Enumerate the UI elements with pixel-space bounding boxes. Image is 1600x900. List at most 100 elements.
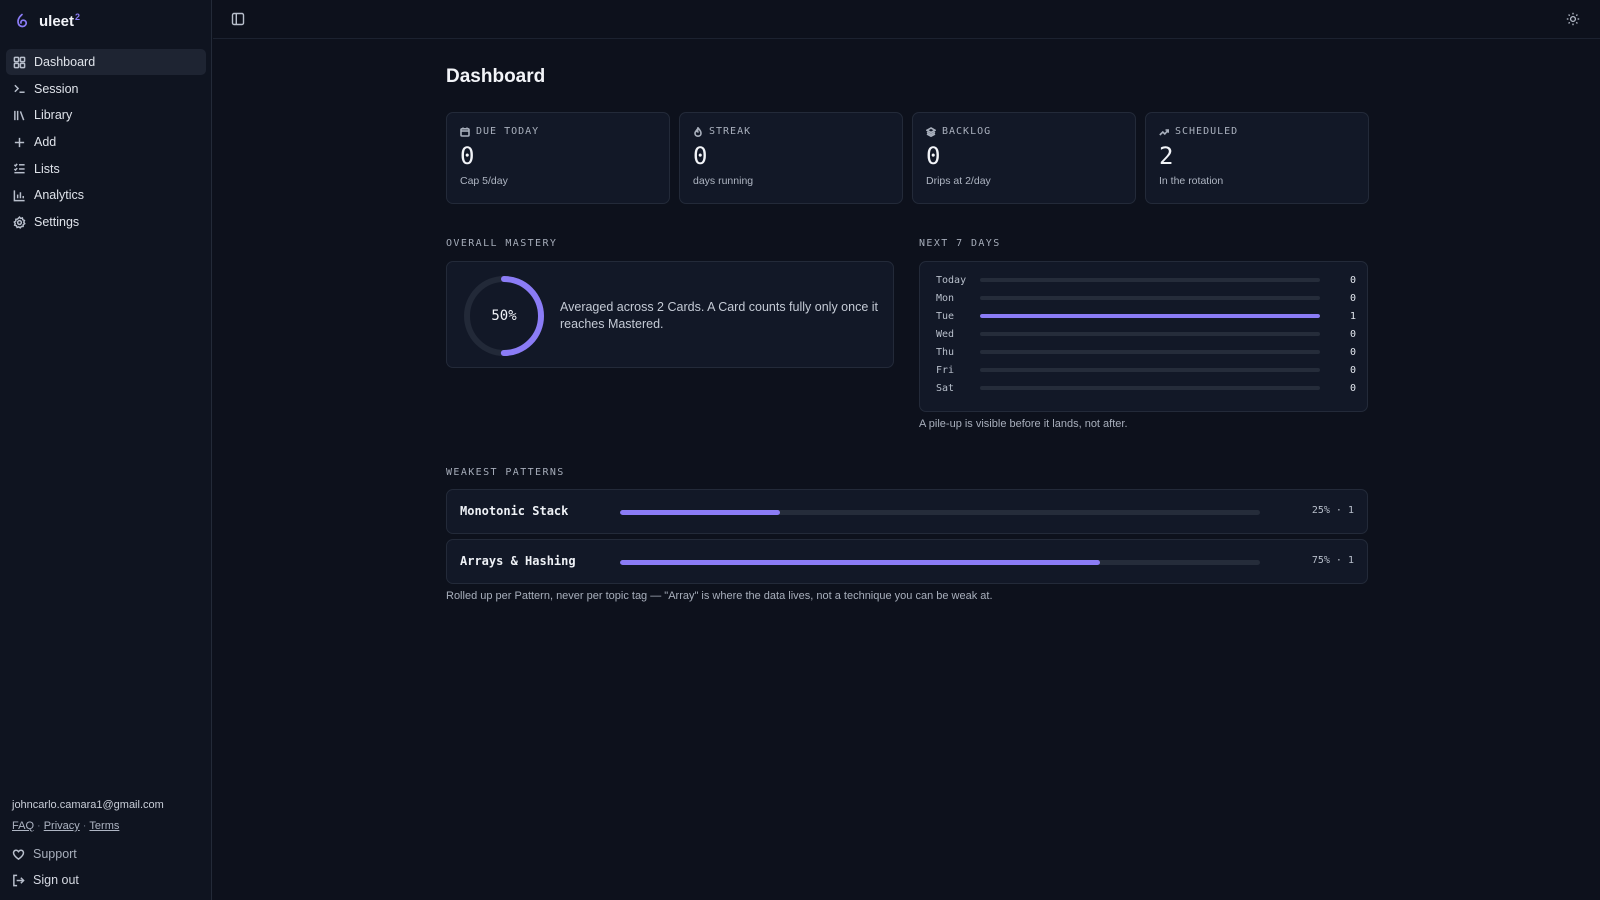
- day-row: Sat 0: [936, 379, 1356, 397]
- brand-superscript: 2: [75, 12, 81, 22]
- pattern-stat: 75% · 1: [1311, 555, 1354, 566]
- day-name: Fri: [936, 364, 955, 376]
- next7-section-label: NEXT 7 DAYS: [919, 238, 1001, 249]
- pattern-row-arrays-hashing[interactable]: Arrays & Hashing 75% · 1: [446, 539, 1368, 584]
- day-row: Thu 0: [936, 343, 1356, 361]
- calendar-icon: [460, 127, 470, 137]
- nav-item-analytics[interactable]: Analytics: [6, 182, 206, 208]
- nav-item-dashboard[interactable]: Dashboard: [6, 49, 206, 75]
- day-name: Mon: [936, 292, 955, 304]
- page-title: Dashboard: [446, 66, 546, 87]
- privacy-link[interactable]: Privacy: [44, 820, 80, 832]
- stat-card-due-today: DUE TODAY 0 Cap 5/day: [446, 112, 670, 204]
- next7-card: Today 0 Mon 0 Tue 1 Wed 0 Thu 0 Fri 0 Sa…: [919, 261, 1368, 412]
- pattern-fill: [620, 510, 780, 515]
- sun-icon[interactable]: [1566, 12, 1580, 26]
- stat-card-backlog: BACKLOG 0 Drips at 2/day: [912, 112, 1136, 204]
- stat-label: BACKLOG: [926, 126, 1122, 137]
- mastery-description: Averaged across 2 Cards. A Card counts f…: [560, 300, 878, 331]
- main-content: Dashboard DUE TODAY 0 Cap 5/day STREAK 0…: [446, 66, 1369, 602]
- day-name: Thu: [936, 346, 955, 358]
- day-track: [980, 278, 1320, 282]
- day-row: Fri 0: [936, 361, 1356, 379]
- day-name: Tue: [936, 310, 955, 322]
- pattern-fill: [620, 560, 1100, 565]
- day-count: 0: [1349, 274, 1356, 286]
- chart-icon: [13, 190, 25, 202]
- sign-out-button[interactable]: Sign out: [12, 867, 202, 893]
- pattern-stat: 25% · 1: [1311, 505, 1354, 516]
- day-count: 0: [1349, 346, 1356, 358]
- day-count: 0: [1349, 382, 1356, 394]
- support-label: Support: [33, 847, 77, 861]
- day-fill: [980, 314, 1320, 318]
- nav-item-add[interactable]: Add: [6, 129, 206, 155]
- stat-sub: Drips at 2/day: [926, 175, 991, 187]
- pattern-track: [620, 510, 1260, 515]
- patterns-note: Rolled up per Pattern, never per topic t…: [446, 590, 993, 602]
- brand[interactable]: uleet2: [14, 11, 80, 31]
- trending-up-icon: [1159, 128, 1169, 136]
- nav-item-library[interactable]: Library: [6, 102, 206, 128]
- nav-item-session[interactable]: Session: [6, 76, 206, 102]
- day-track: [980, 386, 1320, 390]
- plus-icon: [14, 137, 25, 147]
- link-separator: ·: [37, 820, 41, 832]
- stat-value: 0: [693, 142, 708, 170]
- stat-card-streak: STREAK 0 days running: [679, 112, 903, 204]
- stat-card-scheduled: SCHEDULED 2 In the rotation: [1145, 112, 1369, 204]
- layers-icon: [926, 126, 936, 137]
- link-separator: ·: [82, 820, 87, 832]
- gear-icon: [13, 215, 26, 229]
- day-track: [980, 296, 1320, 300]
- day-name: Wed: [936, 328, 955, 340]
- brand-name: uleet2: [39, 12, 81, 30]
- terms-link[interactable]: Terms: [89, 820, 119, 832]
- stats-row: DUE TODAY 0 Cap 5/day STREAK 0 days runn…: [446, 112, 1369, 204]
- nav-label: Session: [34, 81, 79, 96]
- day-row: Today 0: [936, 271, 1356, 289]
- stat-value: 0: [460, 142, 475, 170]
- nav-label: Settings: [34, 215, 80, 230]
- day-count: 0: [1349, 364, 1356, 376]
- day-row: Tue 1: [936, 307, 1356, 325]
- sidebar-footer: johncarlo.camara1@gmail.com FAQ · Privacy ·…: [12, 799, 202, 893]
- nav-label: Dashboard: [34, 55, 96, 69]
- day-name: Today: [936, 274, 967, 286]
- day-track: [980, 314, 1320, 318]
- dashboard-icon: [13, 56, 26, 68]
- nav-label: Library: [34, 108, 73, 123]
- sign-out-icon: [13, 874, 25, 886]
- nav-item-settings[interactable]: Settings: [6, 209, 206, 235]
- user-email: johncarlo.camara1@gmail.com: [12, 799, 164, 811]
- library-icon: [14, 110, 25, 121]
- day-track: [980, 350, 1320, 354]
- main-nav: Dashboard Session Library Add Lists Anal…: [6, 49, 206, 236]
- day-count: 0: [1349, 292, 1356, 304]
- stat-value: 2: [1159, 142, 1174, 170]
- pattern-row-monotonic-stack[interactable]: Monotonic Stack 25% · 1: [446, 489, 1368, 534]
- day-track: [980, 332, 1320, 336]
- support-button[interactable]: Support: [12, 841, 202, 867]
- day-count: 1: [1349, 310, 1356, 322]
- nav-label: Lists: [34, 161, 60, 176]
- stat-sub: In the rotation: [1159, 175, 1224, 187]
- day-row: Wed 0: [936, 325, 1356, 343]
- pattern-name: Arrays & Hashing: [460, 554, 576, 568]
- mastery-card: 50% Averaged across 2 Cards. A Card coun…: [446, 261, 894, 368]
- stat-sub: days running: [693, 175, 754, 187]
- sidebar-toggle-icon[interactable]: [231, 12, 245, 26]
- logo-icon: [17, 13, 28, 28]
- sign-out-label: Sign out: [33, 873, 79, 887]
- pattern-name: Monotonic Stack: [460, 504, 569, 518]
- weakest-section-label: WEAKEST PATTERNS: [446, 467, 565, 478]
- day-track: [980, 368, 1320, 372]
- nav-item-lists[interactable]: Lists: [6, 156, 206, 182]
- day-count: 0: [1349, 328, 1356, 340]
- stat-label: DUE TODAY: [460, 126, 656, 137]
- flame-icon: [694, 126, 702, 137]
- faq-link[interactable]: FAQ: [12, 820, 34, 832]
- terminal-icon: [14, 84, 25, 94]
- stat-label: SCHEDULED: [1159, 126, 1355, 137]
- heart-icon: [12, 849, 25, 860]
